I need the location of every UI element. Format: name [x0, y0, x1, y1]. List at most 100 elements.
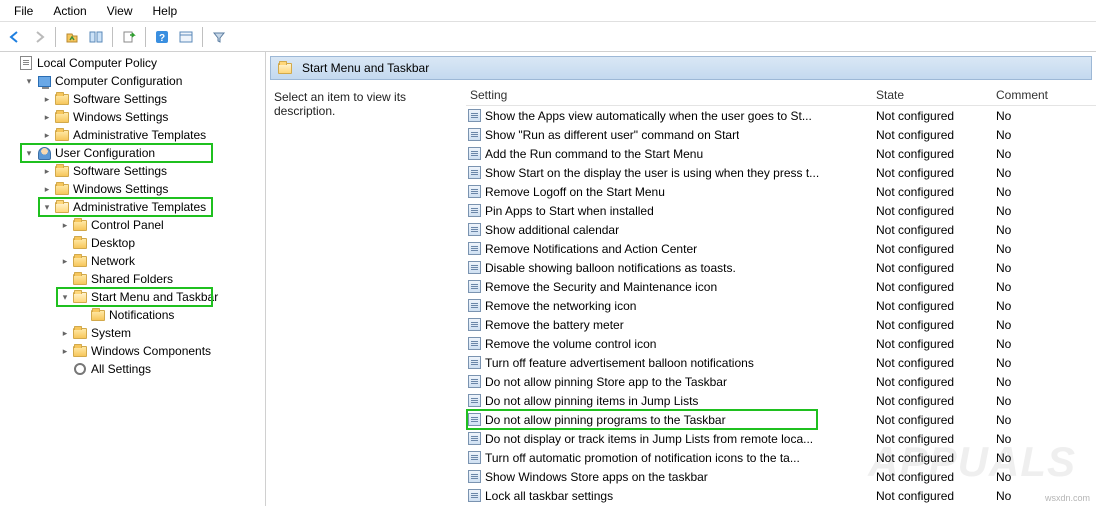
tree-item[interactable]: ▸Control Panel: [0, 216, 265, 234]
tree-item[interactable]: ▾Administrative Templates: [0, 198, 265, 216]
tree-item[interactable]: ▾User Configuration: [0, 144, 265, 162]
setting-name: Turn off automatic promotion of notifica…: [485, 451, 800, 465]
col-comment[interactable]: Comment: [996, 88, 1096, 102]
help-button[interactable]: ?: [151, 26, 173, 48]
tree-item[interactable]: ▸Windows Components: [0, 342, 265, 360]
setting-row[interactable]: Add the Run command to the Start MenuNot…: [466, 144, 1096, 163]
setting-row[interactable]: Show additional calendarNot configuredNo: [466, 220, 1096, 239]
col-state[interactable]: State: [876, 88, 996, 102]
tree-item-label: Local Computer Policy: [37, 56, 157, 70]
setting-comment: No: [996, 318, 1096, 332]
list-header[interactable]: Setting State Comment: [466, 84, 1096, 106]
setting-name: Do not allow pinning items in Jump Lists: [485, 394, 698, 408]
setting-row[interactable]: Lock all taskbar settingsNot configuredN…: [466, 486, 1096, 505]
setting-comment: No: [996, 185, 1096, 199]
expander-closed-icon[interactable]: ▸: [58, 256, 72, 267]
setting-row[interactable]: Turn off automatic promotion of notifica…: [466, 448, 1096, 467]
setting-row[interactable]: Disable showing balloon notifications as…: [466, 258, 1096, 277]
setting-cell: Show Windows Store apps on the taskbar: [466, 470, 876, 484]
tree-item[interactable]: ▾Computer Configuration: [0, 72, 265, 90]
show-hide-button[interactable]: [85, 26, 107, 48]
setting-name: Show the Apps view automatically when th…: [485, 109, 812, 123]
tree-item[interactable]: ▸ Windows Settings: [0, 108, 265, 126]
setting-row[interactable]: Show the Apps view automatically when th…: [466, 106, 1096, 125]
setting-state: Not configured: [876, 489, 996, 503]
folder-icon: [54, 91, 70, 107]
setting-row[interactable]: Remove the Security and Maintenance icon…: [466, 277, 1096, 296]
setting-row[interactable]: Do not allow pinning programs to the Tas…: [466, 410, 1096, 429]
col-setting[interactable]: Setting: [466, 88, 876, 102]
tree-item[interactable]: ▸Windows Settings: [0, 180, 265, 198]
setting-name: Show "Run as different user" command on …: [485, 128, 739, 142]
setting-row[interactable]: Remove the battery meterNot configuredNo: [466, 315, 1096, 334]
tree-item[interactable]: Desktop: [0, 234, 265, 252]
expander-open-icon[interactable]: ▾: [22, 76, 36, 87]
tree-item[interactable]: ▸Network: [0, 252, 265, 270]
setting-row[interactable]: Remove the networking iconNot configured…: [466, 296, 1096, 315]
filter-button[interactable]: [208, 26, 230, 48]
setting-row[interactable]: Do not allow pinning Store app to the Ta…: [466, 372, 1096, 391]
setting-row[interactable]: Remove Logoff on the Start MenuNot confi…: [466, 182, 1096, 201]
setting-name: Pin Apps to Start when installed: [485, 204, 654, 218]
setting-row[interactable]: Remove the volume control iconNot config…: [466, 334, 1096, 353]
setting-comment: No: [996, 413, 1096, 427]
tree-item-label: Shared Folders: [91, 272, 173, 286]
setting-row[interactable]: Show Windows Store apps on the taskbar No…: [466, 467, 1096, 486]
expander-closed-icon[interactable]: ▸: [58, 220, 72, 231]
export-button[interactable]: [118, 26, 140, 48]
tree-item[interactable]: Notifications: [0, 306, 265, 324]
menu-view[interactable]: View: [97, 2, 143, 20]
setting-comment: No: [996, 394, 1096, 408]
details-pane: Start Menu and Taskbar Select an item to…: [266, 52, 1096, 506]
setting-comment: No: [996, 470, 1096, 484]
tree-pane[interactable]: Local Computer Policy ▾Computer Configura…: [0, 52, 266, 506]
tree-item[interactable]: ▸ System: [0, 324, 265, 342]
tree-item-label: Notifications: [109, 308, 174, 322]
setting-name: Show additional calendar: [485, 223, 619, 237]
expander-closed-icon[interactable]: ▸: [40, 166, 54, 177]
tree-item[interactable]: ▸Software Settings: [0, 90, 265, 108]
expander-closed-icon[interactable]: ▸: [58, 346, 72, 357]
expander-closed-icon[interactable]: ▸: [40, 112, 54, 123]
menu-file[interactable]: File: [4, 2, 43, 20]
expander-closed-icon[interactable]: ▸: [40, 94, 54, 105]
setting-row[interactable]: Do not display or track items in Jump Li…: [466, 429, 1096, 448]
menu-action[interactable]: Action: [43, 2, 96, 20]
expander-closed-icon[interactable]: ▸: [40, 130, 54, 141]
tree-item[interactable]: ▸Software Settings: [0, 162, 265, 180]
menu-help[interactable]: Help: [143, 2, 188, 20]
folder-open-icon: [54, 199, 70, 215]
setting-state: Not configured: [876, 337, 996, 351]
setting-cell: Disable showing balloon notifications as…: [466, 261, 876, 275]
properties-button[interactable]: [175, 26, 197, 48]
setting-row[interactable]: Pin Apps to Start when installedNot conf…: [466, 201, 1096, 220]
setting-state: Not configured: [876, 242, 996, 256]
setting-icon: [468, 109, 481, 122]
setting-row[interactable]: Show "Run as different user" command on …: [466, 125, 1096, 144]
back-button[interactable]: [4, 26, 26, 48]
setting-state: Not configured: [876, 147, 996, 161]
forward-button[interactable]: [28, 26, 50, 48]
setting-name: Remove the battery meter: [485, 318, 624, 332]
expander-closed-icon[interactable]: ▸: [58, 328, 72, 339]
tree-item[interactable]: Shared Folders: [0, 270, 265, 288]
up-button[interactable]: [61, 26, 83, 48]
tree-item-label: System: [91, 326, 131, 340]
setting-row[interactable]: Turn off feature advertisement balloon n…: [466, 353, 1096, 372]
setting-state: Not configured: [876, 375, 996, 389]
tree-item-label: Windows Settings: [73, 110, 168, 124]
folder-icon: [72, 235, 88, 251]
expander-open-icon[interactable]: ▾: [58, 292, 72, 303]
setting-icon: [468, 356, 481, 369]
expander-open-icon[interactable]: ▾: [22, 148, 36, 159]
tree-item[interactable]: ▸Administrative Templates: [0, 126, 265, 144]
toolbar: ?: [0, 22, 1096, 52]
expander-closed-icon[interactable]: ▸: [40, 184, 54, 195]
setting-row[interactable]: Do not allow pinning items in Jump Lists…: [466, 391, 1096, 410]
tree-item[interactable]: Local Computer Policy: [0, 54, 265, 72]
tree-item[interactable]: ▾Start Menu and Taskbar: [0, 288, 265, 306]
setting-row[interactable]: Remove Notifications and Action CenterNo…: [466, 239, 1096, 258]
expander-open-icon[interactable]: ▾: [40, 202, 54, 213]
tree-item[interactable]: All Settings: [0, 360, 265, 378]
setting-row[interactable]: Show Start on the display the user is us…: [466, 163, 1096, 182]
